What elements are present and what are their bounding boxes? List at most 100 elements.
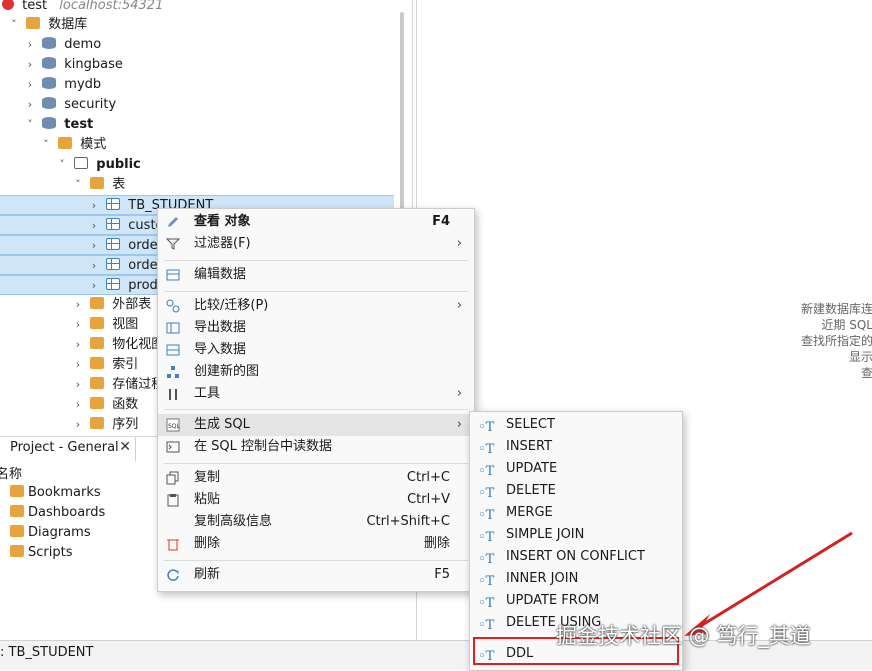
connection-icon (2, 0, 14, 10)
menu-item-read-in-console[interactable]: 在 SQL 控制台中读数据 (158, 436, 474, 458)
chevron-down-icon[interactable]: ˅ (72, 175, 84, 195)
diagram-icon (166, 365, 180, 379)
close-icon[interactable]: ✕ (119, 439, 131, 455)
folder-label: 索引 (112, 357, 139, 372)
project-item-bookmarks[interactable]: Bookmarks (8, 485, 101, 500)
folder-procedures[interactable]: › 存储过程 (72, 375, 164, 395)
db-label: demo (64, 37, 102, 52)
table-node[interactable]: › custo (0, 215, 164, 236)
chevron-down-icon[interactable]: ˅ (24, 115, 36, 135)
chevron-down-icon[interactable]: ˅ (56, 155, 68, 175)
menu-item-export-data[interactable]: 导出数据 (158, 317, 474, 339)
table-icon (106, 278, 121, 290)
menu-item-filter[interactable]: 过滤器(F) › (158, 233, 474, 255)
folder-functions[interactable]: › 函数 (72, 395, 138, 415)
schemas-folder[interactable]: ˅ 模式 (40, 135, 106, 155)
connection-host: localhost:54321 (59, 0, 164, 13)
chevron-right-icon: › (456, 417, 462, 432)
tables-folder[interactable]: ˅ 表 (72, 175, 125, 195)
db-node-demo[interactable]: › demo (24, 35, 101, 55)
connection-name: test (22, 0, 48, 13)
db-node-mydb[interactable]: › mydb (24, 75, 101, 95)
chevron-right-icon[interactable]: › (72, 375, 84, 395)
folder-views[interactable]: › 视图 (72, 315, 138, 335)
chevron-right-icon[interactable]: › (72, 335, 84, 355)
chevron-right-icon[interactable]: › (88, 196, 100, 216)
db-node-security[interactable]: › security (24, 95, 116, 115)
menu-item-paste[interactable]: 粘贴 Ctrl+V (158, 489, 474, 511)
sql-icon: SQL (166, 418, 181, 432)
menu-item-delete[interactable]: 删除 删除 (158, 533, 474, 555)
submenu-item-merge[interactable]: ◦T MERGE (470, 502, 682, 524)
context-menu: 查看 对象 F4 过滤器(F) › 编辑数据 比较/迁移(P) › 导出数据 导… (157, 208, 475, 592)
schema-label: public (96, 157, 141, 172)
menu-item-refresh[interactable]: 刷新 F5 (158, 564, 474, 586)
folder-sequences[interactable]: › 序列 (72, 415, 138, 432)
copy-icon (166, 471, 180, 485)
chevron-right-icon[interactable]: › (88, 256, 100, 276)
submenu-item-delete[interactable]: ◦T DELETE (470, 480, 682, 502)
menu-item-compare[interactable]: 比较/迁移(P) › (158, 295, 474, 317)
menu-item-edit-data[interactable]: 编辑数据 (158, 264, 474, 286)
connection-node[interactable]: test localhost:54321 (0, 0, 163, 16)
folder-indexes[interactable]: › 索引 (72, 355, 138, 375)
menu-label: 生成 SQL (194, 417, 250, 432)
chevron-right-icon[interactable]: › (72, 315, 84, 335)
project-item-diagrams[interactable]: Diagrams (8, 525, 91, 540)
chevron-right-icon[interactable]: › (24, 95, 36, 115)
chevron-right-icon[interactable]: › (72, 395, 84, 415)
db-label: test (64, 117, 94, 132)
chevron-right-icon[interactable]: › (24, 75, 36, 95)
submenu-item-simple-join[interactable]: ◦T SIMPLE JOIN (470, 524, 682, 546)
submenu-item-select[interactable]: ◦T SELECT (470, 414, 682, 436)
project-item-scripts[interactable]: Scripts (8, 545, 72, 560)
table-node[interactable]: › produ (0, 275, 166, 296)
submenu-item-update[interactable]: ◦T UPDATE (470, 458, 682, 480)
folder-icon (90, 417, 105, 429)
project-item-dashboards[interactable]: Dashboards (8, 505, 105, 520)
menu-item-tools[interactable]: 工具 › (158, 383, 474, 405)
submenu-item-inner-join[interactable]: ◦T INNER JOIN (470, 568, 682, 590)
chevron-right-icon: › (456, 386, 462, 401)
chevron-right-icon[interactable]: › (24, 55, 36, 75)
folder-materialized-views[interactable]: › 物化视图 (72, 335, 164, 355)
chevron-right-icon[interactable]: › (88, 236, 100, 256)
folder-icon (90, 297, 105, 309)
tab-project-general[interactable]: Project - General ✕ (0, 437, 136, 461)
chevron-down-icon[interactable]: ˅ (8, 15, 20, 35)
menu-separator (164, 463, 468, 464)
folder-label: 视图 (112, 317, 139, 332)
table-icon (106, 238, 121, 250)
folder-label: 外部表 (112, 297, 152, 312)
folder-foreign-tables[interactable]: › 外部表 (72, 295, 151, 315)
chevron-right-icon[interactable]: › (24, 35, 36, 55)
db-node-test[interactable]: ˅ test (24, 115, 93, 135)
databases-label: 数据库 (48, 17, 88, 32)
submenu-item-insert[interactable]: ◦T INSERT (470, 436, 682, 458)
menu-label: 创建新的图 (194, 364, 260, 379)
chevron-right-icon: › (456, 298, 462, 313)
submenu-item-update-from[interactable]: ◦T UPDATE FROM (470, 590, 682, 612)
menu-item-copy-advanced[interactable]: 复制高级信息 Ctrl+Shift+C (158, 511, 474, 533)
submenu-item-insert-on-conflict[interactable]: ◦T INSERT ON CONFLICT (470, 546, 682, 568)
chevron-right-icon[interactable]: › (88, 276, 100, 296)
view-icon (90, 337, 105, 349)
db-node-kingbase[interactable]: › kingbase (24, 55, 123, 75)
folder-label: 函数 (112, 397, 139, 412)
menu-item-import-data[interactable]: 导入数据 (158, 339, 474, 361)
submenu-label: SELECT (506, 417, 555, 432)
chevron-right-icon[interactable]: › (72, 355, 84, 375)
table-node[interactable]: › order (0, 235, 163, 256)
chevron-right-icon[interactable]: › (72, 295, 84, 315)
databases-folder[interactable]: ˅ 数据库 (8, 15, 87, 35)
menu-item-create-diagram[interactable]: 创建新的图 (158, 361, 474, 383)
menu-item-generate-sql[interactable]: SQL 生成 SQL › (158, 414, 474, 436)
menu-item-view-object[interactable]: 查看 对象 F4 (158, 211, 474, 233)
chevron-right-icon[interactable]: › (88, 216, 100, 236)
schema-node-public[interactable]: ˅ public (56, 155, 141, 175)
menu-item-copy[interactable]: 复制 Ctrl+C (158, 467, 474, 489)
chevron-right-icon[interactable]: › (72, 415, 84, 432)
scripts-folder-icon (10, 545, 24, 557)
chevron-down-icon[interactable]: ˅ (40, 135, 52, 155)
table-node[interactable]: › order (0, 255, 163, 276)
